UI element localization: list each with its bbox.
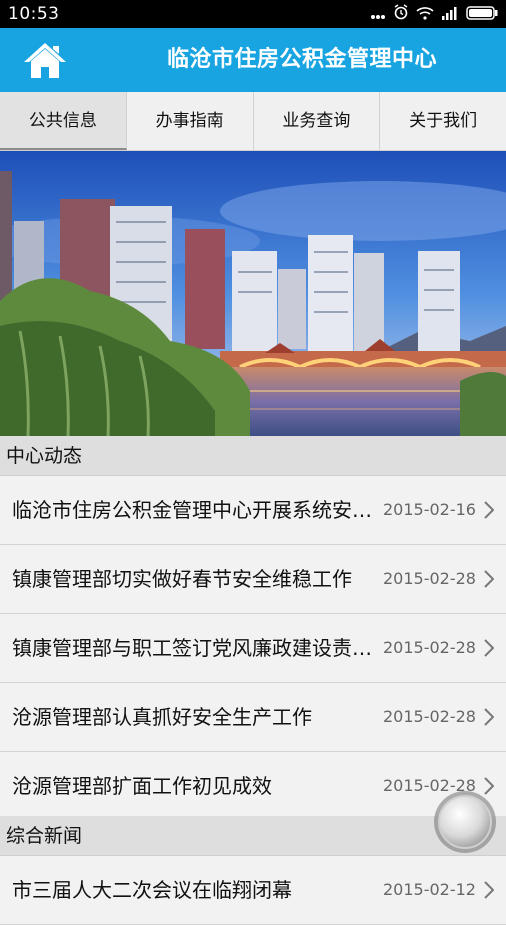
more-dots-icon — [370, 5, 386, 24]
alarm-icon — [393, 4, 409, 24]
news-list-center: 临沧市住房公积金管理中心开展系统安全检查工作 2015-02-16 镇康管理部切… — [0, 476, 506, 821]
chevron-right-icon — [484, 881, 494, 899]
chevron-right-icon — [484, 708, 494, 726]
list-item[interactable]: 沧源管理部认真抓好安全生产工作 2015-02-28 — [0, 683, 506, 752]
list-item[interactable]: 镇康管理部切实做好春节安全维稳工作 2015-02-28 — [0, 545, 506, 614]
chevron-right-icon — [484, 501, 494, 519]
news-title: 镇康管理部与职工签订党风廉政建设责任书 — [12, 636, 372, 660]
wifi-icon — [416, 5, 434, 24]
tab-business-query[interactable]: 业务查询 — [254, 92, 381, 150]
news-title: 市三届人大二次会议在临翔闭幕 — [12, 878, 292, 902]
news-date: 2015-02-28 — [383, 707, 476, 726]
list-item[interactable]: 临沧市住房公积金管理中心开展系统安全检查工作 2015-02-16 — [0, 476, 506, 545]
home-icon[interactable] — [22, 40, 68, 80]
signal-icon — [441, 5, 459, 24]
news-title: 沧源管理部扩面工作初见成效 — [12, 774, 272, 798]
status-time: 10:53 — [8, 4, 60, 24]
chevron-right-icon — [484, 639, 494, 657]
tab-bar: 公共信息 办事指南 业务查询 关于我们 — [0, 92, 506, 151]
app-header: 临沧市住房公积金管理中心 — [0, 28, 506, 92]
banner-image[interactable] — [0, 151, 506, 436]
section-header-center-news: 中心动态 — [0, 436, 506, 476]
news-title: 镇康管理部切实做好春节安全维稳工作 — [12, 567, 352, 591]
list-item[interactable]: 镇康管理部与职工签订党风廉政建设责任书 2015-02-28 — [0, 614, 506, 683]
section-header-general-news: 综合新闻 — [0, 816, 506, 856]
news-title: 临沧市住房公积金管理中心开展系统安全检查工作 — [12, 498, 372, 522]
news-date: 2015-02-28 — [383, 638, 476, 657]
list-item[interactable]: 沧源管理部扩面工作初见成效 2015-02-28 — [0, 752, 506, 821]
news-title: 沧源管理部认真抓好安全生产工作 — [12, 705, 312, 729]
battery-icon — [466, 5, 498, 24]
status-icons — [370, 4, 498, 24]
app-title: 临沧市住房公积金管理中心 — [166, 47, 437, 72]
news-date: 2015-02-28 — [383, 569, 476, 588]
news-date: 2015-02-12 — [383, 880, 476, 899]
tab-service-guide[interactable]: 办事指南 — [127, 92, 254, 150]
floating-assist-button[interactable] — [433, 790, 497, 854]
list-item[interactable]: 市三届人大二次会议在临翔闭幕 2015-02-12 — [0, 856, 506, 925]
news-date: 2015-02-16 — [383, 500, 476, 519]
chevron-right-icon — [484, 570, 494, 588]
tab-public-info[interactable]: 公共信息 — [0, 92, 127, 150]
tab-about-us[interactable]: 关于我们 — [380, 92, 506, 150]
news-list-general: 市三届人大二次会议在临翔闭幕 2015-02-12 — [0, 856, 506, 925]
status-bar: 10:53 — [0, 0, 506, 28]
